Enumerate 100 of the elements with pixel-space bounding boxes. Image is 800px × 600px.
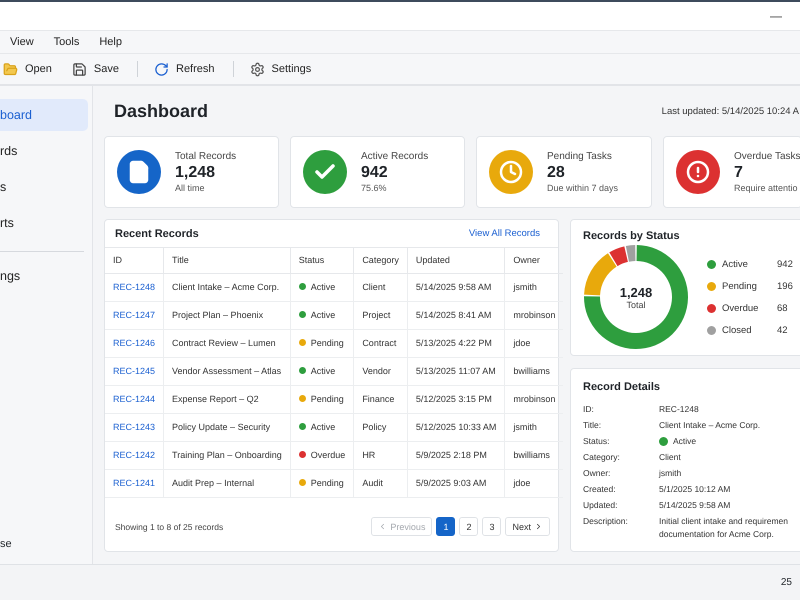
status-text: Active xyxy=(310,310,336,320)
page-title: Dashboard xyxy=(113,100,208,122)
status-text: Pending xyxy=(310,478,344,488)
table-cell: Audit xyxy=(354,469,408,497)
stat-value: 7 xyxy=(734,164,744,182)
card-title: Recent Records xyxy=(115,228,199,240)
legend-label: Pending xyxy=(722,280,758,292)
table-cell: Finance xyxy=(354,385,408,413)
toolbar-button[interactable]: Settings xyxy=(250,62,312,76)
folder-icon xyxy=(3,62,18,76)
table-cell: Policy Update – Security xyxy=(164,413,290,441)
save-icon xyxy=(72,62,87,76)
detail-value: Client xyxy=(659,451,682,464)
table-cell: Project xyxy=(354,301,408,329)
table-cell: Project Plan – Phoenix xyxy=(164,301,290,329)
record-id-link[interactable]: REC-1244 xyxy=(113,394,156,404)
status-text: Pending xyxy=(310,394,344,404)
sidebar-item[interactable]: rds xyxy=(0,135,88,167)
donut-total-label: Total xyxy=(626,300,646,310)
status-bar-text: 25 xyxy=(780,577,792,588)
table-cell: jdoe xyxy=(504,469,564,497)
sidebar-item[interactable]: rts xyxy=(0,207,88,239)
table-cell: jsmith xyxy=(504,413,564,441)
column-header[interactable]: Owner xyxy=(504,248,564,273)
sidebar-item[interactable]: s xyxy=(0,171,88,203)
menu-item[interactable]: Tools xyxy=(54,36,80,48)
record-id-link[interactable]: REC-1246 xyxy=(113,338,156,348)
table-cell: bwilliams xyxy=(504,441,564,469)
table-cell: Contract xyxy=(354,329,408,357)
detail-label: Owner: xyxy=(583,467,612,480)
stat-label: Active Records xyxy=(361,151,428,162)
table-cell: 5/12/2025 3:15 PM xyxy=(407,385,505,413)
record-id-link[interactable]: REC-1243 xyxy=(113,422,156,432)
legend-value: 68 xyxy=(777,302,789,314)
page-button[interactable]: 2 xyxy=(459,517,478,536)
record-id-link[interactable]: REC-1241 xyxy=(113,478,156,488)
legend-value: 942 xyxy=(777,258,793,270)
menu-item[interactable]: Help xyxy=(99,36,122,48)
detail-label: Title: xyxy=(583,419,602,432)
column-header[interactable]: Category xyxy=(354,248,408,273)
stat-note: All time xyxy=(175,183,206,193)
menu-item[interactable]: View xyxy=(10,36,34,48)
table-cell: Client Intake – Acme Corp. xyxy=(164,273,290,301)
stat-label: Overdue Tasks xyxy=(734,151,800,162)
settings-icon xyxy=(250,62,265,76)
detail-value: Client Intake – Acme Corp. xyxy=(659,419,762,432)
status-text: Active xyxy=(310,422,336,432)
table-cell: Contract Review – Lumen xyxy=(164,329,290,357)
table-cell: mrobinson xyxy=(504,301,564,329)
page-button[interactable]: 3 xyxy=(482,517,502,536)
stat-note: Require attentio xyxy=(734,183,799,193)
status-text: Active xyxy=(310,282,336,292)
table-cell: Audit Prep – Internal xyxy=(164,469,290,497)
record-id-link[interactable]: REC-1245 xyxy=(113,366,156,376)
column-header[interactable]: Title xyxy=(164,248,290,273)
chevron-right-icon xyxy=(534,522,543,531)
column-header[interactable]: ID xyxy=(105,248,164,273)
view-all-link[interactable]: View All Records xyxy=(468,228,540,239)
record-id-link[interactable]: REC-1248 xyxy=(113,282,156,292)
detail-label: Created: xyxy=(583,483,617,496)
table-cell: jsmith xyxy=(504,273,564,301)
legend-label: Closed xyxy=(722,324,753,336)
table-cell: HR xyxy=(354,441,408,469)
status-text: Active xyxy=(310,366,336,376)
stat-value: 28 xyxy=(547,164,566,182)
stat-note: 75.6% xyxy=(361,183,388,193)
table-cell: Expense Report – Q2 xyxy=(164,385,290,413)
toolbar-button[interactable]: Refresh xyxy=(154,62,215,76)
detail-value: jsmith xyxy=(659,467,682,480)
sidebar-item[interactable]: board xyxy=(0,99,88,131)
stat-value: 942 xyxy=(361,164,389,182)
next-button[interactable]: Next xyxy=(505,517,550,536)
sidebar-item[interactable]: ngs xyxy=(0,260,88,292)
minimize-button[interactable]: — xyxy=(770,9,782,23)
toolbar-button[interactable]: Open xyxy=(3,62,52,76)
detail-value: Initial client intake and requiremen documentation for Acme Corp. xyxy=(659,515,789,541)
table-cell: 5/9/2025 2:18 PM xyxy=(407,441,505,469)
table-cell: Client xyxy=(354,273,408,301)
record-id-link[interactable]: REC-1247 xyxy=(113,310,156,320)
table-cell: 5/9/2025 9:03 AM xyxy=(407,469,505,497)
column-header[interactable]: Updated xyxy=(407,248,505,273)
column-header[interactable]: Status xyxy=(290,248,354,273)
detail-label: ID: xyxy=(583,403,595,416)
page-button[interactable]: 1 xyxy=(436,517,456,536)
refresh-icon xyxy=(154,62,169,76)
status-text: Pending xyxy=(310,338,344,348)
table-cell: Training Plan – Onboarding xyxy=(164,441,290,469)
record-id-link[interactable]: REC-1242 xyxy=(113,450,156,460)
sidebar-footer-item[interactable]: se xyxy=(0,538,92,550)
table-cell: Vendor xyxy=(354,357,408,385)
detail-label: Description: xyxy=(583,515,629,528)
table-cell: 5/14/2025 8:41 AM xyxy=(407,301,505,329)
card-title: Record Details xyxy=(583,381,660,393)
toolbar-button[interactable]: Save xyxy=(72,62,119,76)
detail-value: 5/14/2025 9:58 AM xyxy=(659,499,732,512)
status-text: Overdue xyxy=(310,450,346,460)
table-cell: 5/13/2025 11:07 AM xyxy=(407,357,505,385)
detail-label: Status: xyxy=(583,435,610,448)
stat-value: 1,248 xyxy=(175,164,216,182)
donut-total-value: 1,248 xyxy=(620,284,652,300)
